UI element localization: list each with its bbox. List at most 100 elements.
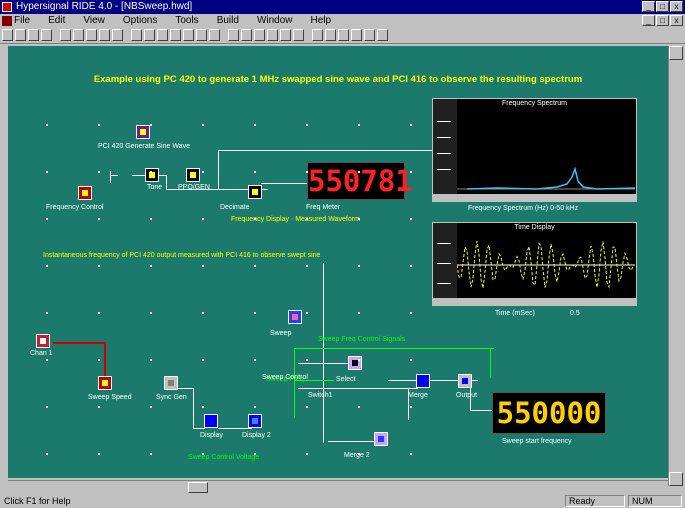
sync-gen-label: Sync Gen — [156, 394, 187, 401]
sweep-speed-block[interactable] — [98, 376, 112, 390]
ppo-gen-block[interactable] — [186, 168, 200, 182]
mdi-close-button[interactable]: x — [670, 15, 683, 26]
toolbar-button[interactable] — [28, 29, 39, 41]
scroll-down-button[interactable] — [669, 472, 683, 486]
toolbar-button[interactable] — [112, 29, 123, 41]
toolbar-button[interactable] — [254, 29, 265, 41]
toolbar-button[interactable] — [196, 29, 207, 41]
grid-dot — [254, 218, 256, 220]
merge-block[interactable] — [416, 374, 430, 388]
grid-dot — [254, 453, 256, 455]
spectrum-scrollbar[interactable] — [433, 194, 636, 201]
grid-dot — [46, 124, 48, 126]
mdi-maximize-button[interactable]: □ — [656, 15, 669, 26]
sync-gen-block[interactable] — [164, 376, 178, 390]
red-wire — [104, 342, 106, 376]
menu-file[interactable]: File — [14, 14, 30, 28]
grid-dot — [98, 265, 100, 267]
toolbar-button[interactable] — [351, 29, 362, 41]
toolbar-button[interactable] — [338, 29, 349, 41]
merge2-block[interactable] — [374, 432, 388, 446]
display-left-block[interactable] — [204, 414, 218, 428]
grid-dot — [202, 171, 204, 173]
grid-dot — [306, 359, 308, 361]
toolbar-button[interactable] — [241, 29, 252, 41]
menu-options[interactable]: Options — [123, 14, 157, 28]
wire — [218, 150, 438, 151]
grid-dot — [98, 171, 100, 173]
grid-dot — [150, 453, 152, 455]
time-plot[interactable]: Time Display — [432, 222, 637, 306]
decimate-block[interactable] — [248, 185, 262, 199]
grid-dot — [46, 265, 48, 267]
document-icon[interactable] — [2, 16, 12, 26]
toolbar-button[interactable] — [170, 29, 181, 41]
grid-dot — [150, 171, 152, 173]
status-pane-ready: Ready — [565, 495, 625, 507]
menu-edit[interactable]: Edit — [48, 14, 65, 28]
switch1-label: Switch1 — [308, 392, 333, 399]
worksheet-canvas[interactable]: Example using PC 420 to generate 1 MHz s… — [8, 58, 668, 478]
horizontal-scrollbar[interactable] — [8, 480, 668, 494]
minimize-button[interactable]: _ — [642, 1, 655, 12]
grid-dot — [410, 218, 412, 220]
vertical-scrollbar[interactable] — [668, 46, 683, 486]
time-scrollbar[interactable] — [433, 298, 636, 305]
grid-dot — [410, 312, 412, 314]
toolbar-button[interactable] — [364, 29, 375, 41]
menu-help[interactable]: Help — [311, 14, 332, 28]
toolbar-button[interactable] — [377, 29, 388, 41]
toolbar-button[interactable] — [144, 29, 155, 41]
grid-dot — [98, 218, 100, 220]
menu-tools[interactable]: Tools — [175, 14, 198, 28]
grid-dot — [358, 359, 360, 361]
chan1-block[interactable] — [36, 334, 50, 348]
toolbar-button[interactable] — [293, 29, 304, 41]
display-right-block[interactable] — [248, 414, 262, 428]
grid-dot — [46, 171, 48, 173]
toolbar-button[interactable] — [60, 29, 71, 41]
toolbar-button[interactable] — [86, 29, 97, 41]
toolbar-button[interactable] — [41, 29, 52, 41]
output-block[interactable] — [458, 374, 472, 388]
title-bar[interactable]: Hypersignal RIDE 4.0 - [NBSweep.hwd] _ □… — [0, 0, 685, 14]
menu-window[interactable]: Window — [257, 14, 293, 28]
toolbar-button[interactable] — [209, 29, 220, 41]
time-caption-right: 0.5 — [570, 310, 580, 317]
grid-dot — [98, 359, 100, 361]
maximize-button[interactable]: □ — [656, 1, 669, 12]
toolbar-button[interactable] — [157, 29, 168, 41]
status-text: Click F1 for Help — [4, 496, 71, 506]
scroll-up-button[interactable] — [669, 46, 683, 60]
grid-dot — [150, 218, 152, 220]
spectrum-plot[interactable]: Frequency Spectrum — [432, 98, 637, 202]
wire — [298, 388, 418, 389]
toolbar-button[interactable] — [73, 29, 84, 41]
tone-block[interactable] — [145, 168, 159, 182]
toolbar-button[interactable] — [99, 29, 110, 41]
grid-dot — [358, 406, 360, 408]
toolbar-button[interactable] — [280, 29, 291, 41]
grid-dot — [46, 406, 48, 408]
toolbar-button[interactable] — [2, 29, 13, 41]
ppo-gen-block-label: PPO/GEN — [178, 184, 210, 191]
toolbar-button[interactable] — [228, 29, 239, 41]
menu-view[interactable]: View — [83, 14, 105, 28]
mdi-minimize-button[interactable]: _ — [642, 15, 655, 26]
toolbar-button[interactable] — [183, 29, 194, 41]
app-icon[interactable] — [2, 2, 12, 12]
toolbar-button[interactable] — [312, 29, 323, 41]
grid-dot — [98, 406, 100, 408]
grid-dot — [150, 124, 152, 126]
toolbar-button[interactable] — [267, 29, 278, 41]
close-button[interactable]: x — [670, 1, 683, 12]
freq-control-block[interactable] — [78, 186, 92, 200]
sweep-block[interactable] — [288, 310, 302, 324]
menu-build[interactable]: Build — [217, 14, 239, 28]
toolbar-button[interactable] — [15, 29, 26, 41]
hypersignal-block[interactable] — [136, 125, 150, 139]
toolbar-button[interactable] — [325, 29, 336, 41]
scrollbar-thumb[interactable] — [188, 482, 208, 493]
toolbar-button[interactable] — [131, 29, 142, 41]
toolbar-separator — [222, 29, 226, 42]
